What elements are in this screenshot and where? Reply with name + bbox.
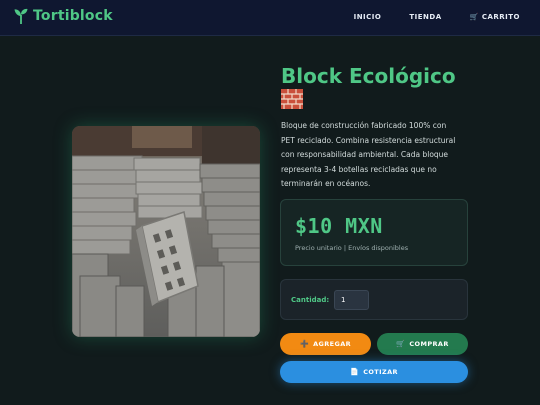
add-to-cart-button[interactable]: ➕ AGREGAR [280, 333, 371, 355]
product-price: $10 MXN [295, 214, 383, 238]
brand-name: Tortiblock [33, 8, 113, 24]
quantity-card: Cantidad: [280, 279, 468, 320]
nav-link-carrito-label: CARRITO [481, 13, 520, 21]
buy-button-label: COMPRAR [409, 340, 449, 348]
concrete-blocks-photo [72, 126, 260, 337]
nav-link-tienda[interactable]: TIENDA [409, 13, 441, 21]
cart-icon: 🛒 [469, 13, 479, 21]
quote-button[interactable]: 📄 COTIZAR [280, 361, 468, 383]
price-note: Precio unitario | Envíos disponibles [295, 244, 409, 252]
navbar: Tortiblock INICIO TIENDA 🛒 CARRITO [0, 0, 540, 36]
product-description: Bloque de construcción fabricado 100% co… [281, 121, 456, 188]
nav-link-inicio[interactable]: INICIO [354, 13, 382, 21]
document-icon: 📄 [350, 368, 360, 376]
brick-icon [281, 89, 303, 109]
quantity-input[interactable] [334, 290, 369, 310]
product-title: Block Ecológico [281, 64, 456, 88]
quote-button-label: COTIZAR [363, 368, 398, 376]
cart-icon: 🛒 [396, 340, 406, 348]
nav-link-carrito[interactable]: 🛒 CARRITO [470, 13, 520, 21]
price-card: $10 MXN Precio unitario | Envíos disponi… [280, 199, 468, 266]
plus-icon: ➕ [299, 340, 310, 348]
brand-logo[interactable]: Tortiblock [14, 8, 113, 24]
nav-links: INICIO TIENDA 🛒 CARRITO [354, 13, 520, 21]
add-button-label: AGREGAR [313, 340, 352, 348]
product-image [72, 126, 260, 337]
sprout-icon [14, 8, 28, 24]
quantity-label: Cantidad: [291, 296, 330, 304]
buy-button[interactable]: 🛒 COMPRAR [377, 333, 468, 355]
